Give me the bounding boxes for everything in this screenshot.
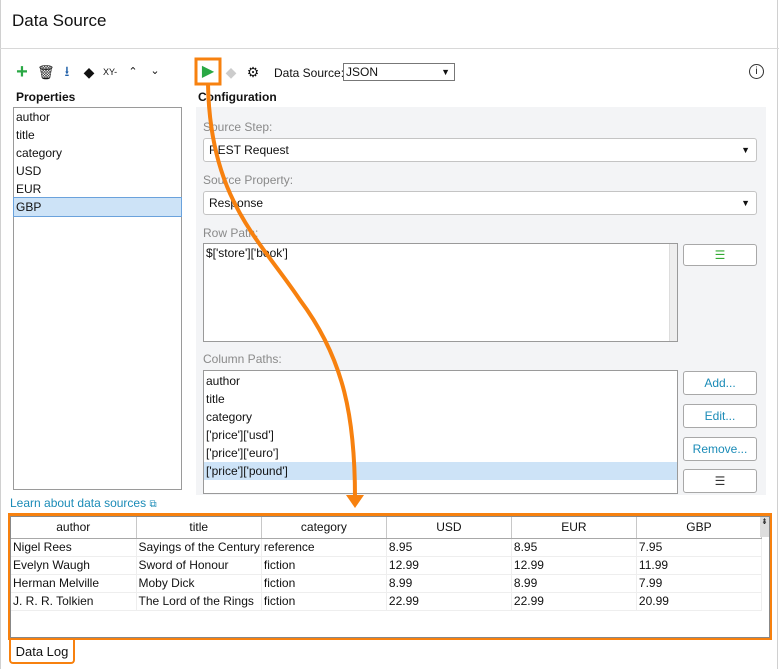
annotation-arrow xyxy=(194,57,364,508)
annotation-highlight xyxy=(194,57,222,86)
annotation-curve xyxy=(206,83,357,499)
annotation-arrowhead xyxy=(346,495,364,508)
